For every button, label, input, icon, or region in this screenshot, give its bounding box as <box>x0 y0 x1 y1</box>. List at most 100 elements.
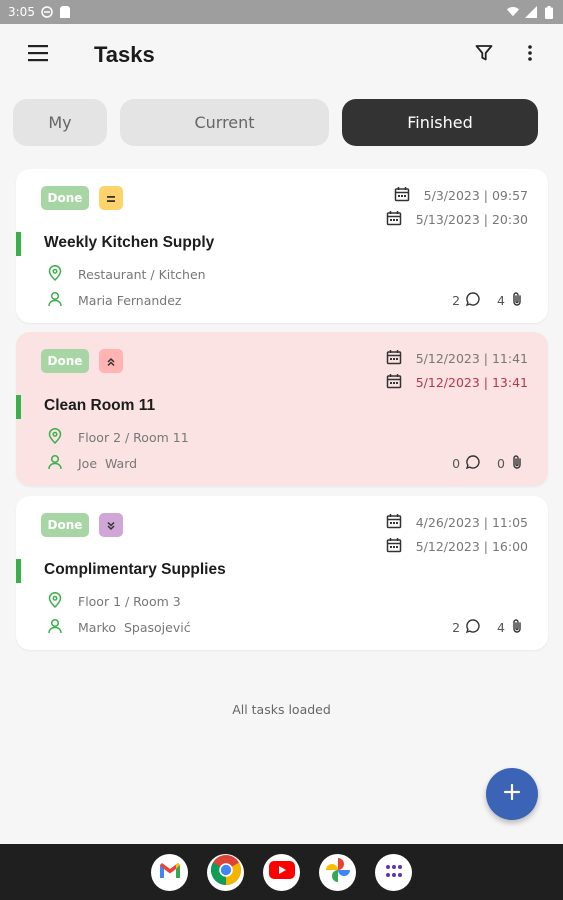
youtube-icon <box>268 861 295 883</box>
location-pin-icon <box>48 264 62 284</box>
wifi-icon <box>507 6 519 18</box>
calendar-icon <box>386 210 402 229</box>
comment-icon <box>465 291 481 310</box>
status-bar: 3:05 <box>0 0 563 24</box>
attachment-count: 4 <box>497 291 524 310</box>
attachment-icon <box>510 454 524 473</box>
gmail-icon <box>159 862 181 883</box>
task-title: Weekly Kitchen Supply <box>44 234 215 251</box>
photos-icon <box>325 857 351 887</box>
youtube-app[interactable] <box>263 853 300 891</box>
gmail-app[interactable] <box>151 853 188 891</box>
status-badge: Done <box>41 186 89 210</box>
battery-icon <box>543 5 555 19</box>
notification-icon <box>41 6 53 18</box>
status-accent-bar <box>16 559 21 583</box>
attachment-count-value: 0 <box>497 455 505 471</box>
comment-count-value: 2 <box>452 292 461 308</box>
priority-badge <box>99 186 123 210</box>
start-date: 4/26/2023 | 11:05 <box>386 512 528 532</box>
due-date: 5/12/2023 | 16:00 <box>386 536 528 556</box>
hamburger-menu-icon <box>27 44 49 66</box>
attachment-count-value: 4 <box>497 619 505 635</box>
add-task-button[interactable] <box>486 768 538 820</box>
calendar-icon <box>386 513 402 532</box>
attachment-count: 0 <box>497 454 524 473</box>
assignee-text: Maria Fernandez <box>78 292 182 308</box>
due-date-text: 5/12/2023 | 16:00 <box>415 538 528 554</box>
plus-icon <box>503 783 521 805</box>
filter-button[interactable] <box>469 40 499 70</box>
attachment-icon <box>510 618 524 637</box>
chrome-icon <box>210 854 242 890</box>
signal-icon <box>525 6 537 18</box>
due-date: 5/12/2023 | 13:41 <box>386 372 528 392</box>
tab-my[interactable]: My <box>13 99 107 146</box>
priority-low-icon <box>106 516 116 535</box>
sd-card-icon <box>59 6 71 18</box>
comment-icon <box>465 454 481 473</box>
calendar-icon <box>386 349 402 368</box>
photos-app[interactable] <box>319 853 356 891</box>
comment-count: 2 <box>452 291 481 310</box>
task-title: Complimentary Supplies <box>44 561 226 578</box>
app-drawer-icon <box>385 863 403 882</box>
task-location: Floor 1 / Room 3 <box>48 591 181 611</box>
list-end-message: All tasks loaded <box>232 702 331 717</box>
menu-button[interactable] <box>18 35 58 75</box>
start-date-text: 5/3/2023 | 09:57 <box>423 187 528 203</box>
priority-medium-icon <box>106 189 116 208</box>
person-icon <box>48 454 62 473</box>
assignee-text: Joe Ward <box>78 455 138 471</box>
comment-count-value: 0 <box>452 455 461 471</box>
start-date-text: 4/26/2023 | 11:05 <box>415 514 528 530</box>
task-counts: 2 4 <box>452 290 524 310</box>
person-icon <box>48 618 62 637</box>
location-text: Restaurant / Kitchen <box>78 266 206 282</box>
calendar-icon <box>386 537 402 556</box>
priority-high-icon <box>106 352 116 371</box>
app-drawer[interactable] <box>375 853 412 891</box>
attachment-icon <box>510 291 524 310</box>
task-card[interactable]: Done 5/12/2023 | 11:41 5/12/2023 | 13:41… <box>16 332 548 486</box>
tab-current[interactable]: Current <box>120 99 329 146</box>
assignee-text: Marko Spasojević <box>78 619 191 635</box>
task-title: Clean Room 11 <box>44 397 156 414</box>
comment-count: 0 <box>452 454 481 473</box>
app-bar: Tasks <box>0 24 563 86</box>
tab-finished[interactable]: Finished <box>342 99 538 146</box>
person-icon <box>48 291 62 310</box>
task-location: Floor 2 / Room 11 <box>48 427 189 447</box>
chrome-app[interactable] <box>207 853 244 891</box>
start-date-text: 5/12/2023 | 11:41 <box>415 350 528 366</box>
status-badge: Done <box>41 513 89 537</box>
status-time: 3:05 <box>8 5 35 19</box>
priority-badge <box>99 349 123 373</box>
task-location: Restaurant / Kitchen <box>48 264 206 284</box>
location-pin-icon <box>48 591 62 611</box>
more-vert-icon <box>527 44 533 66</box>
due-date-text: 5/12/2023 | 13:41 <box>415 374 528 390</box>
location-text: Floor 2 / Room 11 <box>78 429 189 445</box>
page-title: Tasks <box>94 42 155 67</box>
system-dock <box>0 844 563 900</box>
calendar-icon <box>394 186 410 205</box>
comment-icon <box>465 618 481 637</box>
priority-badge <box>99 513 123 537</box>
comment-count-value: 2 <box>452 619 461 635</box>
task-assignee: Maria Fernandez <box>48 290 182 310</box>
due-date: 5/13/2023 | 20:30 <box>386 209 528 229</box>
more-options-button[interactable] <box>515 40 545 70</box>
due-date-text: 5/13/2023 | 20:30 <box>415 211 528 227</box>
location-text: Floor 1 / Room 3 <box>78 593 181 609</box>
task-assignee: Joe Ward <box>48 453 137 473</box>
comment-count: 2 <box>452 618 481 637</box>
filter-icon <box>475 44 493 66</box>
task-card[interactable]: Done 4/26/2023 | 11:05 5/12/2023 | 16:00… <box>16 496 548 650</box>
task-counts: 0 0 <box>452 453 524 473</box>
task-card[interactable]: Done 5/3/2023 | 09:57 5/13/2023 | 20:30 … <box>16 169 548 323</box>
task-filter-tabs: My Current Finished <box>13 99 538 146</box>
attachment-count-value: 4 <box>497 292 505 308</box>
status-accent-bar <box>16 395 21 419</box>
calendar-icon <box>386 373 402 392</box>
